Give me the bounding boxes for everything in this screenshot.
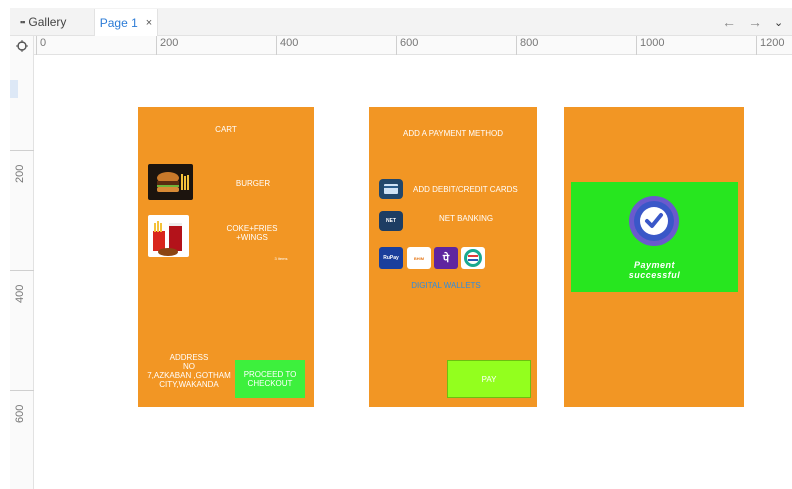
ruler-tick: 200 — [156, 36, 178, 55]
cart-item-combo: COKE+FRIES +WINGS — [226, 224, 278, 242]
tab-gallery[interactable]: ▪▪ Gallery — [20, 15, 66, 29]
ruler-tick: 600 — [396, 36, 418, 55]
ruler-tick: 1000 — [636, 36, 664, 55]
ruler-tick: 0 — [36, 36, 46, 55]
ruler-tick: 1200 — [756, 36, 784, 55]
ruler-label: 600 — [14, 404, 26, 423]
cart-title: CART — [215, 125, 237, 134]
horizontal-ruler: 0 200 400 600 800 1000 1200 — [10, 36, 792, 55]
ruler-tick: 400 — [276, 36, 298, 55]
selection-marker — [10, 80, 18, 98]
ruler-label: 200 — [14, 164, 26, 183]
back-arrow-icon[interactable]: ← — [722, 14, 736, 30]
add-cards-option[interactable]: ADD DEBIT/CREDIT CARDS — [413, 185, 533, 194]
pay-button-label: PAY — [481, 374, 497, 384]
payment-success-message: Payment successful — [628, 260, 681, 280]
proceed-checkout-button[interactable]: PROCEED TO CHECKOUT — [235, 360, 305, 398]
success-screen: Payment successful — [564, 107, 744, 407]
ruler-tick — [10, 390, 34, 391]
phonepe-icon[interactable]: पे — [434, 247, 458, 269]
rupay-icon[interactable]: RuPay — [379, 247, 403, 269]
tab-page-1[interactable]: Page 1 × — [94, 9, 158, 36]
payment-title: ADD A PAYMENT METHOD — [402, 129, 503, 138]
netbanking-icon: NET — [379, 211, 403, 231]
bhim-icon[interactable]: BHIM — [407, 247, 431, 269]
combo-image — [148, 215, 189, 257]
tab-bar: ▪▪ Gallery Page 1 × ← → ⌄ — [10, 8, 792, 36]
grid-icon: ▪▪ — [20, 17, 25, 27]
payzapp-glyph — [464, 249, 482, 267]
payzapp-icon[interactable]: PayZapp — [461, 247, 485, 269]
chevron-down-icon[interactable]: ⌄ — [774, 16, 783, 29]
target-icon[interactable] — [10, 36, 34, 55]
app-root: ▪▪ Gallery Page 1 × ← → ⌄ 0 200 400 600 … — [0, 0, 792, 489]
checkout-button-label: PROCEED TO CHECKOUT — [243, 370, 297, 388]
ruler-tick — [10, 270, 34, 271]
checkmark-badge-icon — [629, 196, 679, 246]
netbanking-option[interactable]: NET BANKING — [439, 214, 509, 223]
forward-arrow-icon[interactable]: → — [748, 14, 762, 30]
ruler-label: 400 — [14, 284, 26, 303]
pay-button[interactable]: PAY — [447, 360, 531, 398]
close-icon[interactable]: × — [146, 17, 152, 29]
tab-gallery-label: Gallery — [28, 15, 67, 29]
card-icon — [379, 179, 403, 199]
delivery-address: ADDRESS NO 7,AZKABAN ,GOTHAM CITY,WAKAND… — [147, 353, 231, 389]
cart-screen[interactable]: CART BURGER COKE+FRIES +WINGS 3 items AD… — [138, 107, 314, 407]
success-panel: Payment successful — [571, 182, 738, 292]
vertical-ruler: 200 400 600 — [10, 55, 34, 489]
items-count-note: 3 items — [274, 256, 288, 261]
tab-page-label: Page 1 — [99, 15, 138, 30]
ruler-tick — [10, 150, 34, 151]
payment-screen[interactable]: ADD A PAYMENT METHOD ADD DEBIT/CREDIT CA… — [369, 107, 537, 407]
cart-item-burger: BURGER — [235, 179, 271, 188]
burger-image — [148, 164, 193, 200]
ruler-tick: 800 — [516, 36, 538, 55]
digital-wallets-label: DIGITAL WALLETS — [411, 281, 481, 290]
